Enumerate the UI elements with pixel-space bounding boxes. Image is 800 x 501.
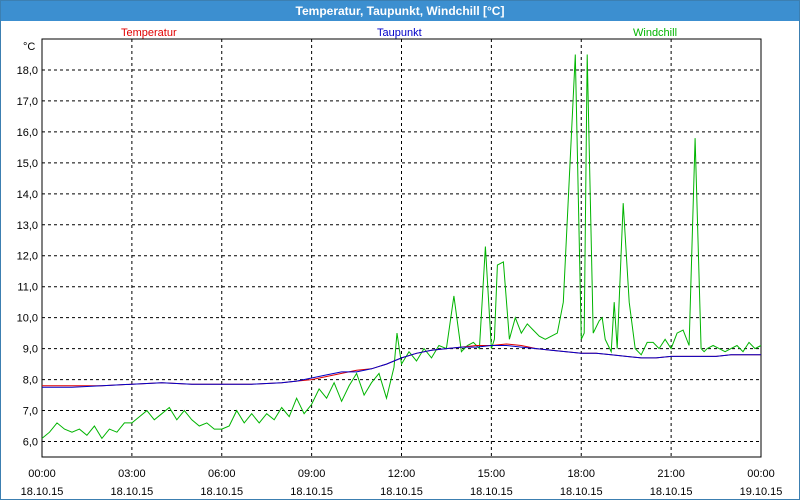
x-tick-time: 00:00: [28, 468, 56, 480]
x-tick-time: 18:00: [567, 468, 595, 480]
x-tick-date: 18.10.15: [650, 486, 693, 498]
x-tick-date: 18.10.15: [560, 486, 603, 498]
y-tick-label: 10,0: [17, 313, 38, 325]
x-tick-time: 06:00: [208, 468, 236, 480]
x-tick-date: 19.10.15: [740, 486, 783, 498]
y-tick-label: 6,0: [23, 437, 38, 449]
y-tick-label: 17,0: [17, 96, 38, 108]
y-tick-label: 18,0: [17, 65, 38, 77]
x-tick-date: 18.10.15: [110, 486, 153, 498]
x-tick-date: 18.10.15: [21, 486, 64, 498]
y-tick-label: 8,0: [23, 375, 38, 387]
y-tick-label: 11,0: [17, 282, 38, 294]
chart-window: Temperatur, Taupunkt, Windchill [°C] Tem…: [0, 0, 800, 500]
x-tick-time: 12:00: [388, 468, 416, 480]
line-chart: 6,0 7,0 8,0 9,0 10,0 11,0 12,0 13,0 14,0 15,0 16,0…: [17, 38, 783, 498]
y-tick-label: 12,0: [17, 251, 38, 263]
x-tick-time: 09:00: [298, 468, 326, 480]
x-tick-date: 18.10.15: [380, 486, 423, 498]
x-tick-time: 15:00: [478, 468, 506, 480]
y-tick-label: 15,0: [17, 158, 38, 170]
x-tick-time: 00:00: [747, 468, 775, 480]
y-tick-label: 13,0: [17, 220, 38, 232]
x-tick-date: 18.10.15: [470, 486, 513, 498]
x-tick-date: 18.10.15: [200, 486, 243, 498]
x-tick-date: 18.10.15: [290, 486, 333, 498]
y-tick-label: 16,0: [17, 127, 38, 139]
y-tick-label: 7,0: [23, 406, 38, 418]
y-tick-label: 9,0: [23, 344, 38, 356]
x-tick-time: 21:00: [657, 468, 685, 480]
x-tick-time: 03:00: [118, 468, 146, 480]
y-tick-label: 14,0: [17, 189, 38, 201]
